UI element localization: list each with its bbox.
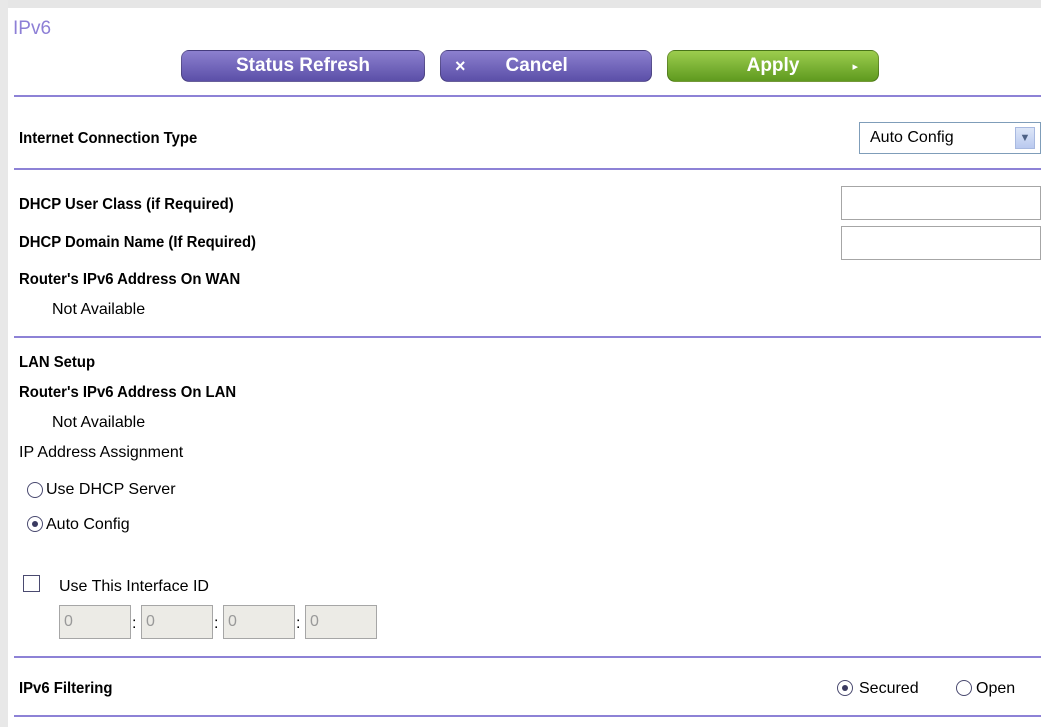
auto-config-label: Auto Config (46, 516, 130, 533)
dhcp-user-class-label: DHCP User Class (if Required) (19, 196, 234, 213)
apply-label: Apply (746, 55, 800, 76)
use-interface-id-checkbox[interactable] (23, 575, 40, 592)
use-dhcp-server-label: Use DHCP Server (46, 481, 176, 498)
open-label: Open (976, 680, 1016, 697)
dhcp-domain-name-label: DHCP Domain Name (If Required) (19, 234, 257, 251)
secured-label: Secured (859, 680, 919, 697)
divider (14, 715, 1041, 717)
interface-id-separator: : (296, 615, 301, 632)
status-refresh-label: Status Refresh (235, 55, 371, 76)
status-refresh-button[interactable]: Status Refresh (181, 50, 425, 82)
lan-ipv6-address-label: Router's IPv6 Address On LAN (19, 384, 237, 401)
interface-id-field-1[interactable]: 0 (59, 605, 131, 639)
top-frame-border (0, 0, 1041, 8)
internet-connection-type-select[interactable]: Auto Config ▼ (859, 122, 1041, 154)
lan-ipv6-address-value: Not Available (52, 414, 146, 431)
ip-address-assignment-label: IP Address Assignment (19, 444, 184, 461)
dhcp-domain-name-input[interactable] (841, 226, 1041, 260)
interface-id-field-3[interactable]: 0 (223, 605, 295, 639)
cancel-button[interactable]: × Cancel (440, 50, 652, 82)
lan-setup-heading: LAN Setup (19, 354, 96, 371)
wan-ipv6-address-label: Router's IPv6 Address On WAN (19, 271, 241, 288)
arrow-right-icon: ▸ (852, 60, 858, 73)
divider (14, 95, 1041, 97)
close-icon: × (455, 55, 466, 76)
secured-radio[interactable] (837, 680, 853, 696)
use-dhcp-server-radio[interactable] (27, 482, 43, 498)
divider (14, 656, 1041, 658)
divider (14, 168, 1041, 170)
internet-connection-type-value: Auto Config (870, 129, 954, 146)
internet-connection-type-label: Internet Connection Type (19, 130, 198, 147)
divider (14, 336, 1041, 338)
interface-id-separator: : (132, 615, 137, 632)
ipv6-filtering-label: IPv6 Filtering (19, 680, 113, 697)
use-interface-id-label: Use This Interface ID (59, 578, 209, 595)
cancel-label: Cancel (505, 55, 568, 76)
interface-id-separator: : (214, 615, 219, 632)
interface-id-field-2[interactable]: 0 (141, 605, 213, 639)
chevron-down-icon[interactable]: ▼ (1015, 127, 1035, 149)
open-radio[interactable] (956, 680, 972, 696)
wan-ipv6-address-value: Not Available (52, 301, 146, 318)
apply-button[interactable]: Apply ▸ (667, 50, 879, 82)
page-title: IPv6 (13, 18, 52, 39)
interface-id-field-4[interactable]: 0 (305, 605, 377, 639)
dhcp-user-class-input[interactable] (841, 186, 1041, 220)
left-frame-border (0, 0, 8, 727)
auto-config-radio[interactable] (27, 516, 43, 532)
